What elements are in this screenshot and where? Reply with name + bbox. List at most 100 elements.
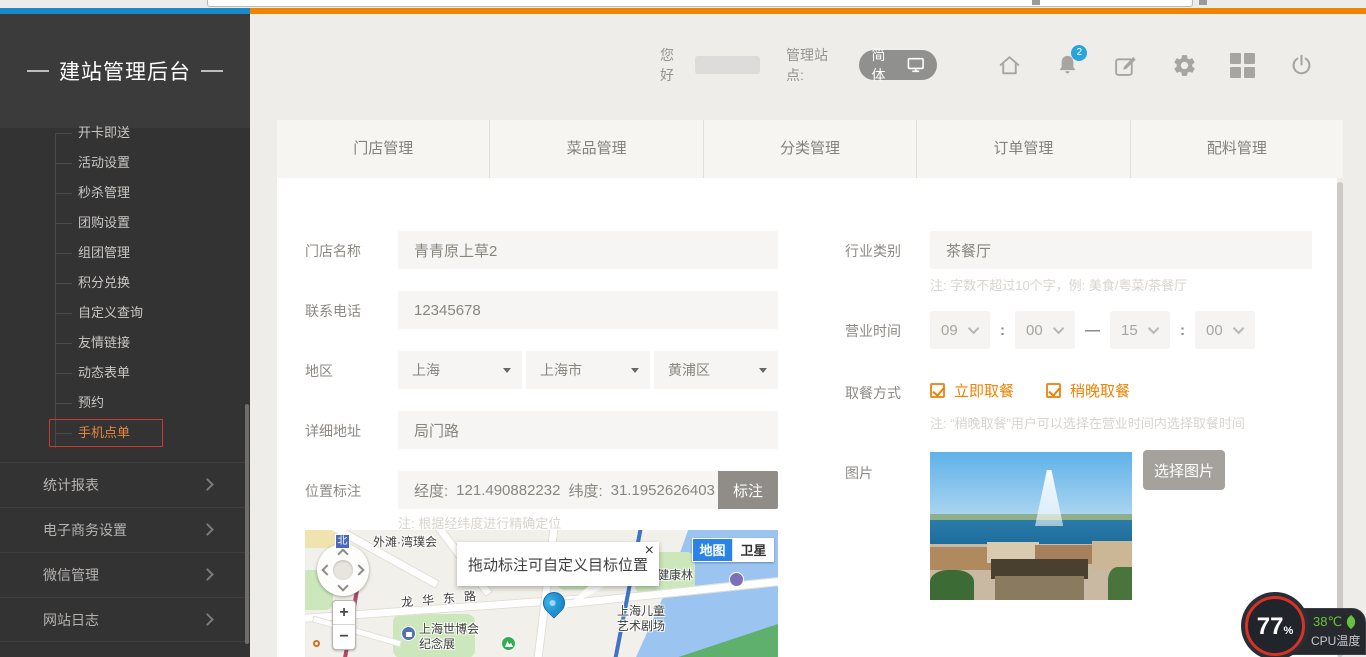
pan-down-arrow[interactable] bbox=[337, 580, 348, 591]
settings-button[interactable] bbox=[1172, 52, 1197, 78]
section-label: 统计报表 bbox=[43, 477, 99, 493]
district-select[interactable]: 黄浦区 bbox=[654, 351, 778, 389]
sidebar-item-reservation[interactable]: 预约 bbox=[0, 388, 250, 418]
pan-right-arrow[interactable] bbox=[353, 564, 364, 575]
tab-bar: 门店管理 菜品管理 分类管理 订单管理 配料管理 bbox=[277, 120, 1343, 178]
chevron-right-icon bbox=[201, 568, 214, 581]
province-select[interactable]: 上海 bbox=[398, 351, 522, 389]
sidebar-item-seckill-management[interactable]: 秒杀管理 bbox=[0, 178, 250, 208]
pickup-later-label: 稍晚取餐 bbox=[1070, 380, 1130, 401]
satellite-view-button[interactable]: 卫星 bbox=[733, 538, 774, 562]
start-hour-select[interactable]: 09 bbox=[930, 311, 990, 349]
end-hour-select[interactable]: 15 bbox=[1110, 311, 1170, 349]
pickup-note: 注: “稍晚取餐”用户可以选择在营业时间内选择取餐时间 bbox=[930, 413, 1245, 432]
greeting-text: 您好 bbox=[660, 45, 687, 85]
tab-dish-management[interactable]: 菜品管理 bbox=[490, 120, 703, 178]
tab-store-management[interactable]: 门店管理 bbox=[277, 120, 490, 178]
browser-chrome bbox=[0, 0, 1366, 8]
address-label: 详细地址 bbox=[305, 421, 361, 441]
map-zoom-control: + − bbox=[332, 600, 356, 650]
pickup-later-checkbox[interactable]: 稍晚取餐 bbox=[1046, 380, 1130, 401]
logout-button[interactable] bbox=[1289, 52, 1314, 78]
time-dash: — bbox=[1085, 322, 1100, 339]
business-hours-row: 09 : 00 — 15 : 00 bbox=[930, 311, 1255, 349]
map-label-park: 健康林 bbox=[657, 566, 693, 583]
sidebar-item-dynamic-form[interactable]: 动态表单 bbox=[0, 358, 250, 388]
sidebar-item-friend-links[interactable]: 友情链接 bbox=[0, 328, 250, 358]
latitude-label: 纬度: bbox=[568, 480, 602, 501]
map-view-button[interactable]: 地图 bbox=[692, 538, 733, 562]
coordinates-field[interactable]: 经度: 121.490882232 纬度: 31.1952626403 bbox=[398, 471, 718, 509]
sidebar-section-site-logs[interactable]: 网站日志 bbox=[0, 597, 250, 642]
tab-ingredient-management[interactable]: 配料管理 bbox=[1131, 120, 1343, 178]
store-form-panel: 门店名称 联系电话 地区 上海 上海市 黄浦区 详细地址 位置标注 经度: 12… bbox=[277, 178, 1337, 657]
chevron-right-icon bbox=[201, 478, 214, 491]
map-pan-control[interactable] bbox=[317, 544, 369, 596]
pickup-now-checkbox[interactable]: 立即取餐 bbox=[930, 380, 1014, 401]
sidebar-section-wechat-management[interactable]: 微信管理 bbox=[0, 552, 250, 597]
sidebar-section-ecommerce-settings[interactable]: 电子商务设置 bbox=[0, 507, 250, 552]
city-select[interactable]: 上海市 bbox=[526, 351, 650, 389]
cpu-monitor-widget[interactable]: 77 % 38℃ CPU温度 bbox=[1245, 596, 1366, 657]
language-label: 简体 bbox=[872, 45, 899, 85]
sidebar-item-group-management[interactable]: 组团管理 bbox=[0, 238, 250, 268]
start-minute-select[interactable]: 00 bbox=[1015, 311, 1075, 349]
photo-building bbox=[995, 576, 1084, 600]
sidebar-item-custom-query[interactable]: 自定义查询 bbox=[0, 298, 250, 328]
industry-input[interactable] bbox=[930, 231, 1312, 269]
sidebar-menu: 开卡即送 活动设置 秒杀管理 团购设置 组团管理 积分兑换 自定义查询 友情链接… bbox=[0, 118, 250, 448]
zoom-out-button[interactable]: − bbox=[333, 625, 355, 649]
browser-icon-fragment bbox=[1032, 0, 1040, 5]
sidebar-item-points-exchange[interactable]: 积分兑换 bbox=[0, 268, 250, 298]
chevron-right-icon bbox=[201, 613, 214, 626]
tooltip-close-icon[interactable]: × bbox=[645, 542, 654, 560]
screen: 建站管理后台 开卡即送 活动设置 秒杀管理 团购设置 组团管理 积分兑换 自定义… bbox=[0, 0, 1366, 657]
chevron-right-icon bbox=[201, 523, 214, 536]
music-venue-icon bbox=[729, 572, 744, 587]
pan-center-knob[interactable] bbox=[333, 560, 353, 580]
cpu-usage-gauge: 77 % bbox=[1245, 596, 1305, 656]
checkbox-checked-icon bbox=[930, 383, 945, 398]
store-name-label: 门店名称 bbox=[305, 241, 361, 261]
sidebar-section-statistics[interactable]: 统计报表 bbox=[0, 462, 250, 507]
sidebar-item-groupbuy-settings[interactable]: 团购设置 bbox=[0, 208, 250, 238]
sidebar-scrollbar[interactable] bbox=[245, 404, 249, 644]
tab-category-management[interactable]: 分类管理 bbox=[704, 120, 917, 178]
zoom-in-button[interactable]: + bbox=[333, 601, 355, 625]
sidebar-item-card-gift[interactable]: 开卡即送 bbox=[0, 118, 250, 148]
content-scrollbar-track bbox=[1337, 178, 1343, 657]
north-badge: 北 bbox=[335, 534, 350, 549]
home-button[interactable] bbox=[996, 52, 1021, 78]
end-minute-select[interactable]: 00 bbox=[1195, 311, 1255, 349]
mark-location-button[interactable]: 标注 bbox=[718, 471, 778, 509]
pan-up-arrow[interactable] bbox=[337, 548, 348, 559]
map-tooltip: 拖动标注可自定义目标位置 × bbox=[457, 542, 659, 586]
park-icon bbox=[501, 636, 516, 651]
browser-icon-fragment bbox=[1199, 0, 1207, 5]
leaf-icon bbox=[1344, 615, 1358, 629]
chevron-down-icon bbox=[968, 323, 979, 334]
content-scrollbar-thumb[interactable] bbox=[1337, 182, 1343, 657]
sidebar: 建站管理后台 开卡即送 活动设置 秒杀管理 团购设置 组团管理 积分兑换 自定义… bbox=[0, 14, 250, 657]
edit-button[interactable] bbox=[1113, 52, 1138, 78]
province-value: 上海 bbox=[412, 362, 440, 378]
tab-order-management[interactable]: 订单管理 bbox=[917, 120, 1130, 178]
apps-button[interactable] bbox=[1230, 52, 1255, 78]
photo-trees bbox=[1108, 567, 1132, 600]
pan-left-arrow[interactable] bbox=[321, 564, 332, 575]
language-pill-button[interactable]: 简体 bbox=[859, 50, 938, 80]
store-name-input[interactable] bbox=[398, 231, 778, 269]
choose-image-button[interactable]: 选择图片 bbox=[1143, 450, 1225, 490]
phone-input[interactable] bbox=[398, 291, 778, 329]
sidebar-sections: 统计报表 电子商务设置 微信管理 网站日志 bbox=[0, 462, 250, 642]
latitude-value: 31.1952626403 bbox=[611, 482, 715, 499]
store-photo-preview bbox=[930, 452, 1132, 600]
sidebar-item-activity-settings[interactable]: 活动设置 bbox=[0, 148, 250, 178]
pickup-method-label: 取餐方式 bbox=[845, 383, 901, 403]
main-header: 您好 管理站点: 简体 2 bbox=[660, 47, 1314, 83]
monitor-icon bbox=[907, 57, 925, 73]
chevron-down-icon bbox=[1233, 323, 1244, 334]
notifications-button[interactable]: 2 bbox=[1055, 52, 1080, 78]
map-canvas[interactable]: 外滩·湾璞会 龙华东路 上海世博会 纪念展 健康林 上海儿童 艺术剧场 北 + bbox=[305, 530, 778, 657]
address-input[interactable] bbox=[398, 411, 778, 449]
